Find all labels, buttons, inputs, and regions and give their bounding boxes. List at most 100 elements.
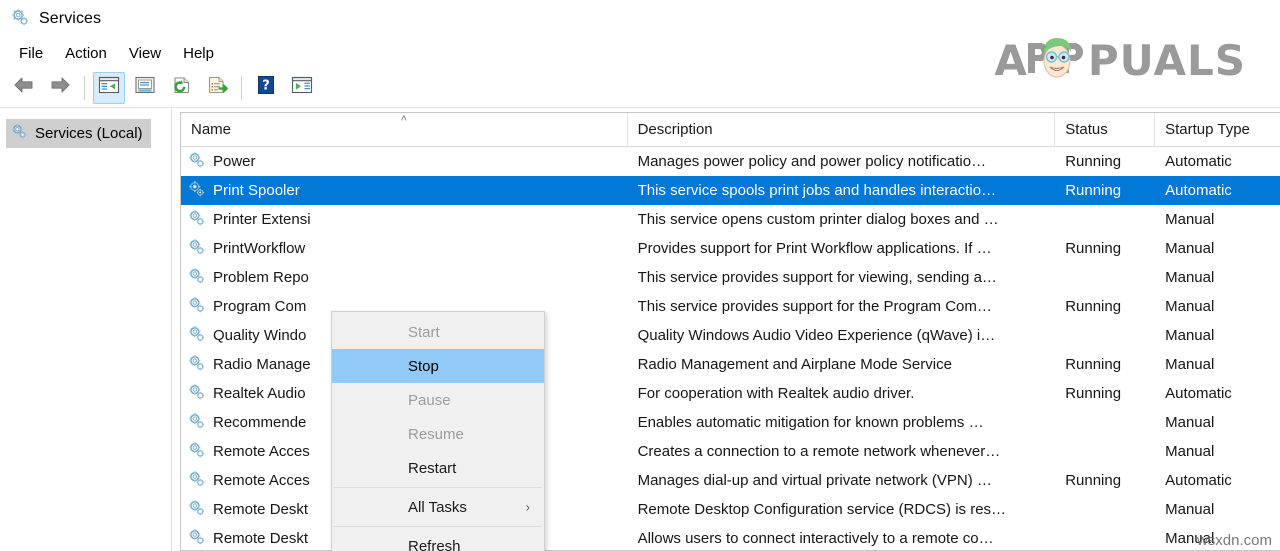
cell-description: Quality Windows Audio Video Experience (… [628, 321, 1056, 350]
cell-status [1055, 437, 1155, 466]
console-tree-pane: Services (Local) [0, 109, 172, 551]
cell-status: Running [1055, 350, 1155, 379]
cell-description: Manages dial-up and virtual private netw… [628, 466, 1056, 495]
help-button[interactable]: ? [250, 72, 282, 104]
services-gear-icon [187, 150, 206, 173]
export-list-button[interactable] [201, 72, 233, 104]
show-action-pane-button[interactable] [286, 72, 318, 104]
cell-startup-type: Manual [1155, 263, 1280, 292]
cell-startup-type: Automatic [1155, 466, 1280, 495]
cell-startup-type: Manual [1155, 437, 1280, 466]
service-name-label: Program Com [213, 298, 306, 315]
console-tree-icon [98, 75, 120, 100]
cell-description: Provides support for Print Workflow appl… [628, 234, 1056, 263]
cell-status [1055, 263, 1155, 292]
table-row[interactable]: Problem RepoThis service provides suppor… [181, 263, 1280, 292]
service-name-label: Print Spooler [213, 182, 300, 199]
menu-file[interactable]: File [8, 42, 54, 65]
sort-ascending-icon: ˄ [401, 114, 407, 124]
cell-startup-type: Automatic [1155, 379, 1280, 408]
cell-status: Running [1055, 466, 1155, 495]
services-window: Services File Action View Help [0, 0, 1280, 551]
menu-view[interactable]: View [118, 42, 172, 65]
cell-startup-type: Manual [1155, 350, 1280, 379]
services-gear-icon [187, 266, 206, 289]
services-gear-icon [187, 527, 206, 550]
cell-service-name: Printer Extensi [181, 205, 628, 234]
services-gear-icon [187, 237, 206, 260]
table-row[interactable]: PrintWorkflow Provides support for Print … [181, 234, 1280, 263]
context-menu-item-all-tasks[interactable]: All Tasks › [332, 490, 544, 524]
cell-status [1055, 321, 1155, 350]
cell-startup-type: Manual [1155, 234, 1280, 263]
cell-status [1055, 408, 1155, 437]
back-arrow-icon [12, 75, 36, 100]
service-name-label: Power [213, 153, 256, 170]
table-row[interactable]: Printer Extensi This service opens custom… [181, 205, 1280, 234]
context-menu-item-label: Pause [408, 392, 451, 409]
content-area: Services (Local) ˄ Name Description Stat… [0, 109, 1280, 551]
cell-startup-type: Manual [1155, 495, 1280, 524]
context-menu: StartStopPauseResumeRestartAll Tasks›Ref… [331, 311, 545, 551]
service-name-label: Recommende [213, 414, 306, 431]
service-name-label: Remote Deskt [213, 501, 308, 518]
cell-status [1055, 205, 1155, 234]
cell-startup-type: Automatic [1155, 176, 1280, 205]
table-row[interactable]: Print SpoolerThis service spools print j… [181, 176, 1280, 205]
column-header-name-label: Name [191, 121, 231, 138]
context-menu-item-label: Refresh [408, 538, 461, 551]
service-name-label: Realtek Audio [213, 385, 306, 402]
refresh-circular-arrow-icon [170, 75, 192, 100]
show-hide-console-tree-button[interactable] [93, 72, 125, 104]
services-gear-icon [187, 208, 206, 231]
service-name-label: Printer Extensi [213, 211, 311, 228]
context-menu-separator [334, 526, 542, 527]
context-menu-item-restart[interactable]: Restart [332, 451, 544, 485]
refresh-button[interactable] [165, 72, 197, 104]
cell-status [1055, 495, 1155, 524]
cell-service-name: Print Spooler [181, 176, 628, 205]
context-menu-item-pause: Pause [332, 383, 544, 417]
column-header-startup-type[interactable]: Startup Type [1155, 113, 1280, 146]
cell-description: Radio Management and Airplane Mode Servi… [628, 350, 1056, 379]
chevron-right-icon: › [526, 500, 530, 515]
cell-startup-type: Manual [1155, 292, 1280, 321]
cell-description: This service provides support for the Pr… [628, 292, 1056, 321]
context-menu-item-label: All Tasks [408, 499, 467, 516]
service-name-label: Radio Manage [213, 356, 311, 373]
service-name-label: PrintWorkflow [213, 240, 305, 257]
services-gear-icon [10, 7, 30, 32]
table-row[interactable]: PowerManages power policy and power poli… [181, 147, 1280, 176]
services-gear-icon [187, 295, 206, 318]
menu-action[interactable]: Action [54, 42, 118, 65]
forward-button[interactable] [44, 72, 76, 104]
column-header-name[interactable]: ˄ Name [181, 113, 628, 146]
column-header-status[interactable]: Status [1055, 113, 1155, 146]
tree-node-label: Services (Local) [35, 125, 143, 142]
window-title: Services [39, 10, 101, 28]
context-menu-separator [334, 487, 542, 488]
service-name-label: Remote Deskt [213, 530, 308, 547]
cell-description: Enables automatic mitigation for known p… [628, 408, 1056, 437]
properties-button[interactable] [129, 72, 161, 104]
services-gear-icon [187, 440, 206, 463]
forward-arrow-icon [48, 75, 72, 100]
tree-node-services-local[interactable]: Services (Local) [6, 119, 151, 148]
export-list-icon [206, 75, 228, 100]
list-column-header: ˄ Name Description Status Startup Type [181, 113, 1280, 147]
cell-status [1055, 524, 1155, 551]
context-menu-item-refresh[interactable]: Refresh [332, 529, 544, 551]
column-header-description[interactable]: Description [628, 113, 1056, 146]
back-button[interactable] [8, 72, 40, 104]
cell-description: This service opens custom printer dialog… [628, 205, 1056, 234]
context-menu-item-label: Start [408, 324, 440, 341]
context-menu-item-stop[interactable]: Stop [332, 349, 544, 383]
context-menu-item-start: Start [332, 315, 544, 349]
cell-service-name: PrintWorkflow [181, 234, 628, 263]
cell-service-name: Problem Repo [181, 263, 628, 292]
services-gear-icon [187, 382, 206, 405]
svg-text:?: ? [262, 79, 270, 94]
context-menu-item-label: Restart [408, 460, 456, 477]
service-name-label: Problem Repo [213, 269, 309, 286]
menu-help[interactable]: Help [172, 42, 225, 65]
